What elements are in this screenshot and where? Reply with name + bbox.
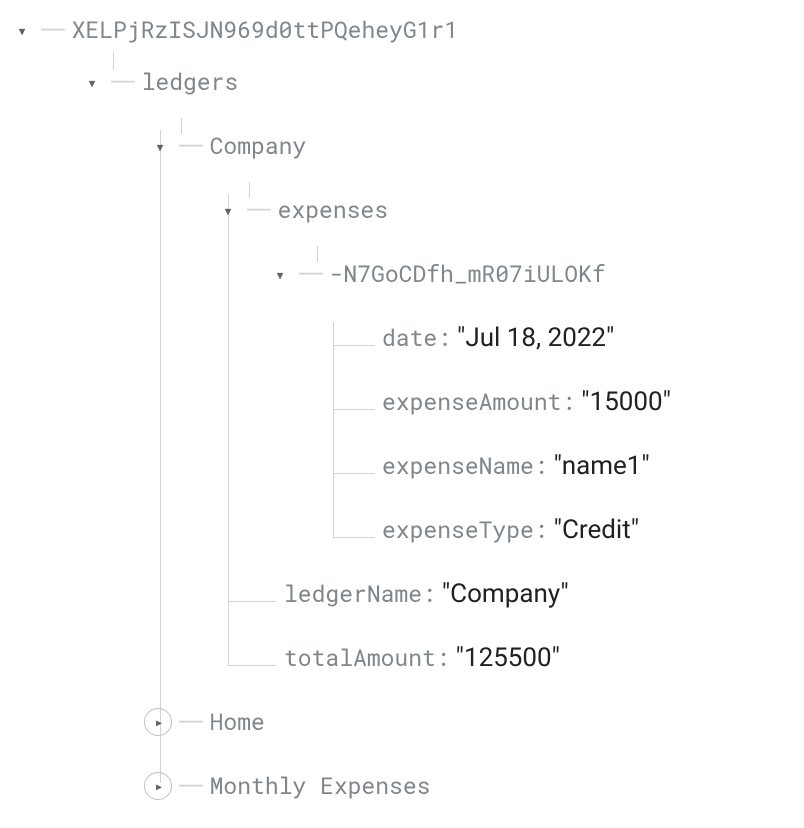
- tree-node-root[interactable]: —— XELPjRzISJN969d0ttPQeheyG1r1: [10, 10, 804, 50]
- colon: :: [534, 515, 548, 545]
- node-key: XELPjRzISJN969d0ttPQeheyG1r1: [72, 15, 458, 45]
- leaf-value: "15000": [581, 387, 671, 417]
- tree-leaf-total-amount[interactable]: totalAmount : "125500": [10, 626, 804, 690]
- tree-node-ledgers[interactable]: —— ledgers: [10, 50, 804, 114]
- tree-connector-dash: ——: [246, 195, 270, 225]
- tree-leaf-expense-name[interactable]: expenseName : "name1": [10, 434, 804, 498]
- node-key: expenses: [278, 195, 388, 225]
- node-key: -N7GoCDfh_mR07iULOKf: [330, 259, 606, 289]
- tree-leaf-ledger-name[interactable]: ledgerName : "Company": [10, 562, 804, 626]
- colon: :: [437, 323, 451, 353]
- leaf-key: expenseName: [382, 451, 534, 481]
- node-key: ledgers: [142, 67, 239, 97]
- tree-view: —— XELPjRzISJN969d0ttPQeheyG1r1 —— ledge…: [10, 10, 804, 818]
- colon: :: [436, 643, 450, 673]
- leaf-value: "Company": [442, 579, 569, 609]
- node-key: Company: [210, 131, 307, 161]
- leaf-value: "name1": [554, 451, 650, 481]
- tree-connector-dash: ——: [178, 707, 202, 737]
- tree-node-home[interactable]: —— Home: [10, 690, 804, 754]
- chevron-right-icon[interactable]: [144, 708, 172, 736]
- colon: :: [422, 579, 436, 609]
- leaf-value: "125500": [456, 643, 560, 673]
- tree-connector-dash: ——: [178, 771, 202, 801]
- tree-node-expense-record[interactable]: —— -N7GoCDfh_mR07iULOKf: [10, 242, 804, 306]
- chevron-down-icon[interactable]: [216, 198, 240, 222]
- chevron-down-icon[interactable]: [80, 70, 104, 94]
- leaf-key: date: [382, 323, 437, 353]
- colon: :: [561, 387, 575, 417]
- tree-connector-dash: ——: [110, 67, 134, 97]
- tree-leaf-date[interactable]: date : "Jul 18, 2022": [10, 306, 804, 370]
- tree-connector-dash: ——: [298, 259, 322, 289]
- leaf-key: expenseAmount: [382, 387, 561, 417]
- tree-connector-dash: ——: [178, 131, 202, 161]
- leaf-key: ledgerName: [284, 579, 422, 609]
- tree-leaf-expense-amount[interactable]: expenseAmount : "15000": [10, 370, 804, 434]
- node-key: Home: [210, 707, 265, 737]
- leaf-key: expenseType: [382, 515, 534, 545]
- node-key: Monthly Expenses: [210, 771, 431, 801]
- tree-leaf-expense-type[interactable]: expenseType : "Credit": [10, 498, 804, 562]
- tree-connector-dash: ——: [40, 15, 64, 45]
- leaf-key: totalAmount: [284, 643, 436, 673]
- chevron-down-icon[interactable]: [268, 262, 292, 286]
- tree-node-monthly-expenses[interactable]: —— Monthly Expenses: [10, 754, 804, 818]
- chevron-down-icon[interactable]: [148, 134, 172, 158]
- leaf-value: "Credit": [554, 515, 639, 545]
- tree-node-company[interactable]: —— Company: [10, 114, 804, 178]
- tree-node-expenses[interactable]: —— expenses: [10, 178, 804, 242]
- leaf-value: "Jul 18, 2022": [457, 323, 614, 353]
- colon: :: [534, 451, 548, 481]
- chevron-right-icon[interactable]: [144, 772, 172, 800]
- chevron-down-icon[interactable]: [10, 18, 34, 42]
